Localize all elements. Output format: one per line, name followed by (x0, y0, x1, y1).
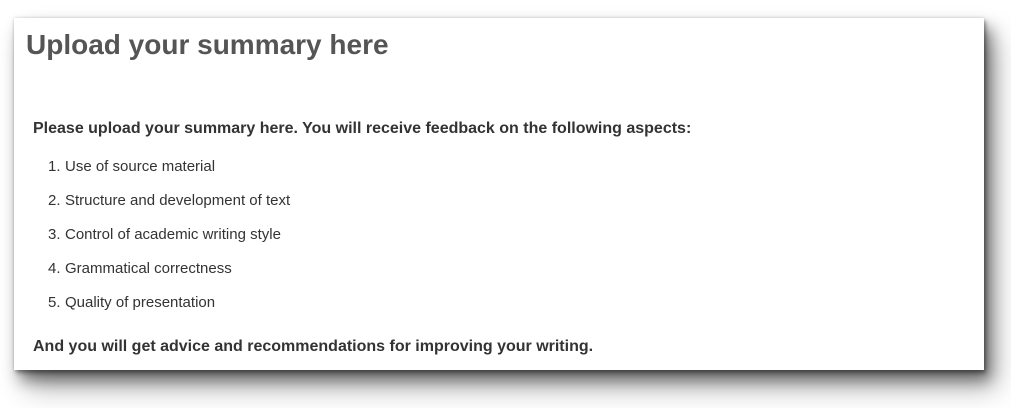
list-item-number: 1. (48, 158, 61, 175)
outro-text: And you will get advice and recommendati… (33, 338, 594, 355)
list-item: 3. Control of academic writing style (48, 226, 290, 260)
list-item-number: 5. (48, 294, 61, 311)
list-item: 2. Structure and development of text (48, 192, 290, 226)
page-title: Upload your summary here (26, 29, 389, 60)
upload-panel: Upload your summary here Please upload y… (14, 18, 984, 370)
list-item-number: 3. (48, 226, 61, 243)
list-item-label: Grammatical correctness (65, 260, 232, 277)
list-item-label: Structure and development of text (65, 192, 291, 209)
list-item-label: Control of academic writing style (65, 226, 281, 243)
intro-text: Please upload your summary here. You wil… (33, 120, 692, 137)
list-item-number: 2. (48, 192, 61, 209)
feedback-aspects-list: 1. Use of source material 2. Structure and… (48, 158, 290, 328)
list-item-number: 4. (48, 260, 61, 277)
screen: Upload your summary here Please upload y… (0, 0, 1011, 408)
list-item-label: Use of source material (65, 158, 216, 175)
list-item: 4. Grammatical correctness (48, 260, 290, 294)
list-item: 1. Use of source material (48, 158, 290, 192)
list-item: 5. Quality of presentation (48, 294, 290, 328)
list-item-label: Quality of presentation (65, 294, 216, 311)
